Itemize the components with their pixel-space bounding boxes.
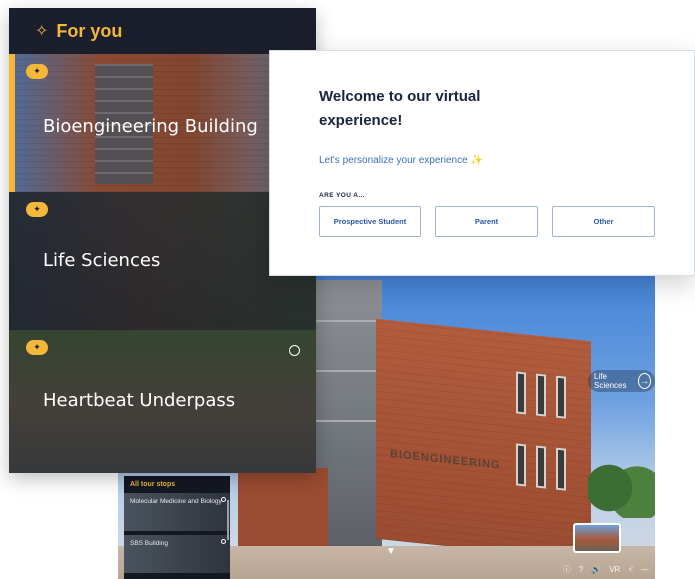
card-heartbeat-underpass[interactable]: ✦ Heartbeat Underpass [9,330,316,473]
card-title: Heartbeat Underpass [43,390,236,411]
sparkle-badge-icon: ✦ [26,340,48,355]
volume-icon[interactable]: 🔊 [591,565,601,574]
tour-stop-item[interactable]: SBS Building [124,535,230,573]
radio-icon[interactable] [289,345,300,356]
sparkles-icon: ✧ [35,23,49,40]
tour-stop-label: SBS Building [130,540,168,547]
sparkle-badge-icon: ✦ [26,202,48,217]
chevron-down-icon[interactable]: ▼ [386,546,396,557]
welcome-subtitle: Let's personalize your experience ✨ [319,155,483,166]
info-icon[interactable]: ⓘ [563,564,571,575]
help-icon[interactable]: ? [579,565,583,574]
card-title: Life Sciences [43,250,161,271]
prospective-student-button[interactable]: Prospective Student [319,206,421,237]
welcome-subtitle-text: Let's personalize your experience [319,155,468,166]
role-question: ARE YOU A... [319,192,365,199]
minimize-icon[interactable]: — [641,565,649,574]
welcome-title: Welcome to our virtual experience! [319,88,481,129]
for-you-header: ✧ For you [9,8,316,54]
scrollbar[interactable] [227,500,229,540]
preview-thumbnail[interactable] [573,523,621,553]
other-button[interactable]: Other [552,206,655,237]
radio-icon [221,539,226,544]
viewer-toolbar: ⓘ ? 🔊 VR < — [563,564,649,575]
building-wing [238,468,328,550]
next-stop-hotspot[interactable]: Life Sciences → [588,370,655,392]
tour-stops-header: All tour stops [130,481,176,488]
tour-stops-panel: All tour stops Molecular Medicine and Bi… [124,476,230,579]
sparkle-badge-icon: ✦ [26,64,48,79]
radio-icon [221,497,226,502]
card-title: Bioengineering Building [43,116,258,137]
tour-stop-label: Molecular Medicine and Biology [130,498,222,505]
bioengineering-building [376,318,591,562]
parent-button[interactable]: Parent [435,206,538,237]
for-you-title: For you [56,20,123,41]
arrow-right-icon: → [637,373,651,389]
vr-icon[interactable]: VR [609,565,620,574]
share-icon[interactable]: < [628,565,633,574]
sparkle-icon: ✨ [470,155,483,166]
trees [588,458,655,518]
tour-stop-item[interactable]: Molecular Medicine and Biology [124,493,230,531]
selected-indicator [9,54,15,192]
welcome-dialog: Welcome to our virtual experience! Let's… [269,50,695,276]
next-stop-label: Life Sciences [594,372,627,390]
